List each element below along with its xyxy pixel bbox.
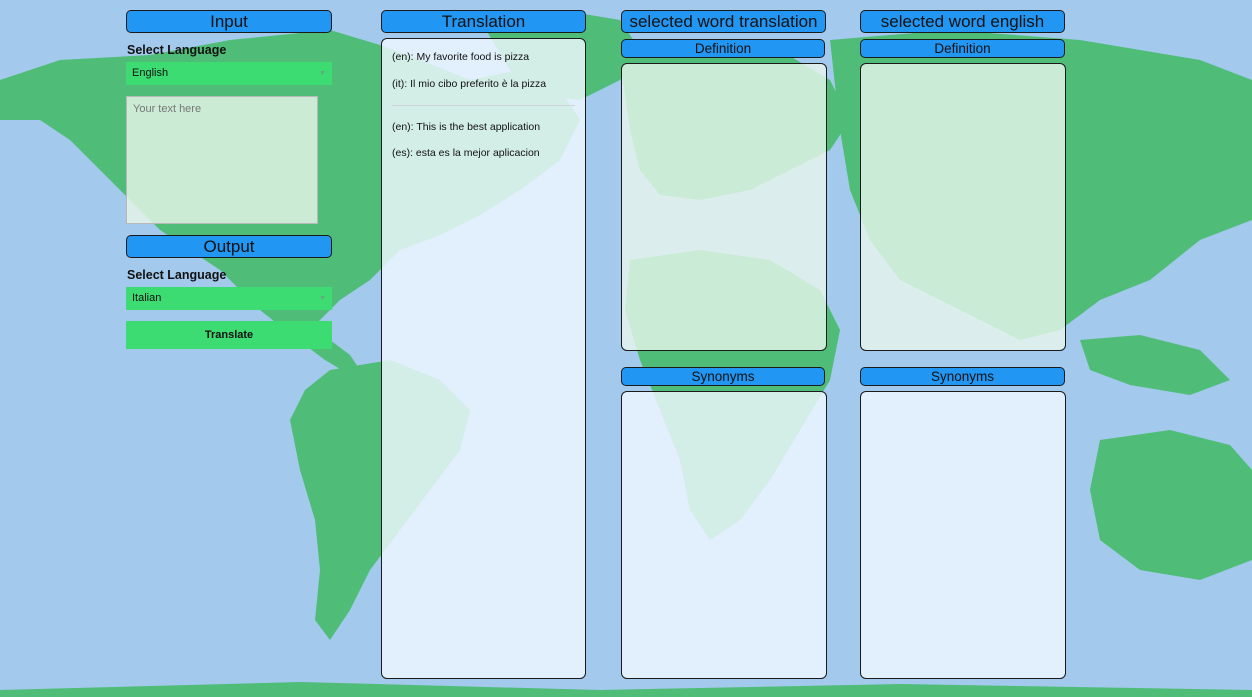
input-language-select[interactable]: English ▼ xyxy=(126,62,332,85)
english-synonyms-panel xyxy=(860,391,1066,679)
translation-definition-header: Definition xyxy=(621,39,825,58)
input-header: Input xyxy=(126,10,332,33)
output-language-value: Italian xyxy=(132,292,162,304)
translation-header: Translation xyxy=(381,10,586,33)
textarea-placeholder: Your text here xyxy=(133,103,202,115)
translation-entry[interactable]: (it): Il mio cibo preferito è la pizza xyxy=(392,78,546,90)
selected-word-translation-header: selected word translation xyxy=(621,10,826,33)
input-language-value: English xyxy=(132,67,169,79)
selected-word-english-header: selected word english xyxy=(860,10,1065,33)
translation-definition-panel xyxy=(621,63,827,351)
input-select-language-label: Select Language xyxy=(127,43,227,57)
translation-entry[interactable]: (en): My favorite food is pizza xyxy=(392,51,529,63)
translate-button[interactable]: Translate xyxy=(126,321,332,349)
chevron-down-icon: ▼ xyxy=(319,70,326,77)
output-language-select[interactable]: Italian ▼ xyxy=(126,287,332,310)
output-select-language-label: Select Language xyxy=(127,268,227,282)
input-textarea[interactable]: Your text here xyxy=(126,96,318,224)
translation-synonyms-panel xyxy=(621,391,827,679)
translation-entry[interactable]: (es): esta es la mejor aplicacion xyxy=(392,147,540,159)
translation-synonyms-header: Synonyms xyxy=(621,367,825,386)
entry-divider xyxy=(392,105,575,106)
output-header: Output xyxy=(126,235,332,258)
translation-history-panel[interactable]: (en): My favorite food is pizza (it): Il… xyxy=(381,38,586,679)
english-definition-header: Definition xyxy=(860,39,1065,58)
chevron-down-icon: ▼ xyxy=(319,295,326,302)
english-synonyms-header: Synonyms xyxy=(860,367,1065,386)
english-definition-panel xyxy=(860,63,1066,351)
translation-entry[interactable]: (en): This is the best application xyxy=(392,121,540,133)
